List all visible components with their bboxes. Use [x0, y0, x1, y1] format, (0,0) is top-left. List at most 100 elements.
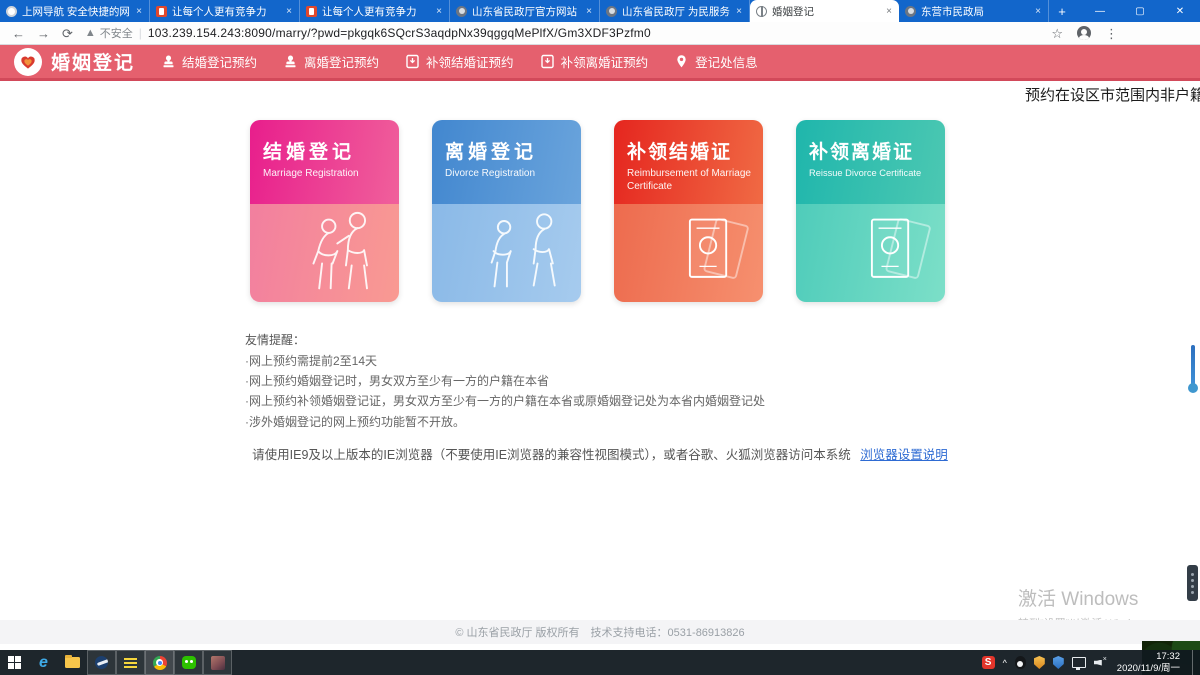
tab-favicon [6, 6, 17, 17]
tab-shandong-service[interactable]: 山东省民政厅 为民服务 × [600, 0, 750, 22]
tab-favicon [306, 6, 317, 17]
scroll-indicator[interactable] [1191, 345, 1195, 385]
security-shield-yellow-icon[interactable] [1034, 656, 1045, 669]
window-close-button[interactable]: ✕ [1160, 0, 1200, 22]
nav-item-label: 离婚登记预约 [304, 52, 379, 71]
network-display-icon[interactable] [1072, 657, 1086, 668]
qq-icon[interactable] [1015, 656, 1026, 669]
taskbar-wechat-icon[interactable] [174, 650, 203, 675]
window-minimize-button[interactable]: — [1080, 0, 1120, 22]
windows-taskbar: e S ^ × 17:32 2020/11/9/周一 [0, 650, 1200, 675]
card-reissue-divorce-certificate[interactable]: 补领离婚证 Reissue Divorce Certificate [796, 120, 945, 302]
tab-close-icon[interactable]: × [885, 6, 893, 17]
certificate-icon [540, 54, 555, 69]
start-button[interactable] [0, 650, 29, 675]
site-nav-bar: 婚姻登记 结婚登记预约 离婚登记预约 补领结婚证预约 [0, 45, 1200, 81]
system-tray: S ^ × 17:32 2020/11/9/周一 [982, 650, 1200, 675]
card-subtitle: Divorce Registration [445, 167, 571, 180]
tab-nav-site[interactable]: 上网导航 安全快捷的网址大全 × [0, 0, 150, 22]
nav-item-registry-info[interactable]: 登记处信息 [674, 52, 758, 71]
footer-text: © 山东省民政厅 版权所有 技术支持电话：0531-86913826 [455, 624, 744, 640]
tab-close-icon[interactable]: × [285, 6, 293, 17]
nav-item-reissue-divorce-cert[interactable]: 补领离婚证预约 [540, 52, 649, 71]
browser-tab-bar: 上网导航 安全快捷的网址大全 × 让每个人更有竞争力 × 让每个人更有竞争力 ×… [0, 0, 1200, 22]
forward-icon[interactable]: → [37, 27, 50, 40]
reminder-line: ·网上预约补领婚姻登记证，男女双方至少有一方的户籍在本省或原婚姻登记处为本省内婚… [245, 395, 765, 408]
tab-competitive-1[interactable]: 让每个人更有竞争力 × [150, 0, 300, 22]
tab-title: 让每个人更有竞争力 [172, 4, 280, 19]
reload-icon[interactable]: ⟳ [62, 27, 73, 40]
nav-item-marriage-appointment[interactable]: 结婚登记预约 [161, 52, 257, 71]
security-shield-blue-icon[interactable] [1053, 656, 1064, 669]
card-header: 离婚登记 Divorce Registration [432, 120, 581, 204]
couple-apart-icon [479, 210, 575, 296]
nav-item-reissue-marriage-cert[interactable]: 补领结婚证预约 [405, 52, 514, 71]
taskbar-clock[interactable]: 17:32 2020/11/9/周一 [1113, 651, 1184, 674]
site-footer: © 山东省民政厅 版权所有 技术支持电话：0531-86913826 [0, 620, 1200, 644]
tab-title: 让每个人更有竞争力 [322, 4, 430, 19]
nav-item-label: 结婚登记预约 [182, 52, 257, 71]
card-header: 结婚登记 Marriage Registration [250, 120, 399, 204]
globe-favicon [756, 6, 767, 17]
tab-favicon [606, 6, 617, 17]
tab-dongying-civil[interactable]: 东营市民政局 × [899, 0, 1049, 22]
omnibox[interactable]: ▲ 不安全 | 103.239.154.243:8090/marry/?pwd=… [85, 25, 651, 41]
card-art [432, 204, 581, 302]
tab-close-icon[interactable]: × [135, 6, 143, 17]
card-marriage-registration[interactable]: 结婚登记 Marriage Registration [250, 120, 399, 302]
warning-triangle-icon: ▲ [85, 27, 96, 39]
tab-marriage-registration-active[interactable]: 婚姻登记 × [750, 0, 899, 22]
reminder-line: ·网上预约婚姻登记时，男女双方至少有一方的户籍在本省 [245, 375, 765, 388]
reminder-line: ·涉外婚姻登记的网上预约功能暂不开放。 [245, 416, 765, 429]
sogou-input-icon[interactable]: S [982, 656, 995, 669]
card-subtitle: Reissue Divorce Certificate [809, 167, 935, 179]
tab-title: 山东省民政厅 为民服务 [622, 4, 730, 19]
tab-close-icon[interactable]: × [1034, 6, 1042, 17]
back-icon[interactable]: ← [12, 27, 25, 40]
card-subtitle: Reimbursement of Marriage Certificate [627, 167, 753, 193]
taskbar-browser-app-icon[interactable] [87, 650, 116, 675]
tab-favicon [456, 6, 467, 17]
windows-logo-icon [8, 656, 21, 669]
divorce-certificate-icon [843, 210, 939, 296]
card-art [614, 204, 763, 302]
tab-close-icon[interactable]: × [735, 6, 743, 17]
taskbar-ie-icon[interactable]: e [29, 650, 58, 675]
profile-avatar-icon[interactable] [1077, 26, 1091, 40]
nav-item-label: 补领结婚证预约 [426, 52, 514, 71]
card-title: 补领离婚证 [809, 137, 935, 164]
tab-shandong-download[interactable]: 山东省民政厅官方网站 下载专区 × [450, 0, 600, 22]
nav-item-label: 登记处信息 [695, 52, 758, 71]
couple-together-icon [297, 210, 393, 296]
tab-close-icon[interactable]: × [585, 6, 593, 17]
tab-close-icon[interactable]: × [435, 6, 443, 17]
url-text[interactable]: 103.239.154.243:8090/marry/?pwd=pkgqk6SQ… [148, 26, 651, 40]
tab-title: 上网导航 安全快捷的网址大全 [22, 4, 130, 19]
taskbar-file-explorer-icon[interactable] [58, 650, 87, 675]
tab-title: 婚姻登记 [772, 4, 880, 19]
nav-item-divorce-appointment[interactable]: 离婚登记预约 [283, 52, 379, 71]
show-desktop-button[interactable] [1192, 650, 1198, 675]
clock-time: 17:32 [1117, 651, 1180, 662]
card-reissue-marriage-certificate[interactable]: 补领结婚证 Reimbursement of Marriage Certific… [614, 120, 763, 302]
browser-settings-link[interactable]: 浏览器设置说明 [860, 448, 948, 462]
taskbar-media-app-icon[interactable] [203, 650, 232, 675]
taskbar-chrome-icon[interactable] [145, 650, 174, 675]
tab-competitive-2[interactable]: 让每个人更有竞争力 × [300, 0, 450, 22]
bookmark-star-icon[interactable]: ☆ [1051, 27, 1063, 40]
card-title: 离婚登记 [445, 137, 571, 164]
tray-expand-icon[interactable]: ^ [1003, 658, 1007, 668]
card-divorce-registration[interactable]: 离婚登记 Divorce Registration [432, 120, 581, 302]
tab-favicon [156, 6, 167, 17]
new-tab-button[interactable]: + [1049, 0, 1075, 22]
browser-menu-icon[interactable]: ⋮ [1105, 27, 1118, 40]
nav-item-label: 补领离婚证预约 [561, 52, 649, 71]
window-maximize-button[interactable]: ▢ [1120, 0, 1160, 22]
taskbar-notes-app-icon[interactable] [116, 650, 145, 675]
pen-toolbar[interactable] [1187, 565, 1198, 601]
address-bar: ← → ⟳ ▲ 不安全 | 103.239.154.243:8090/marry… [0, 22, 1200, 45]
site-brand[interactable]: 婚姻登记 [14, 48, 135, 76]
browser-compatibility-notice: 请使用IE9及以上版本的IE浏览器（不要使用IE浏览器的兼容性视图模式），或者谷… [0, 444, 1200, 463]
reminder-line: ·网上预约需提前2至14天 [245, 355, 765, 368]
volume-muted-icon[interactable]: × [1094, 658, 1105, 668]
